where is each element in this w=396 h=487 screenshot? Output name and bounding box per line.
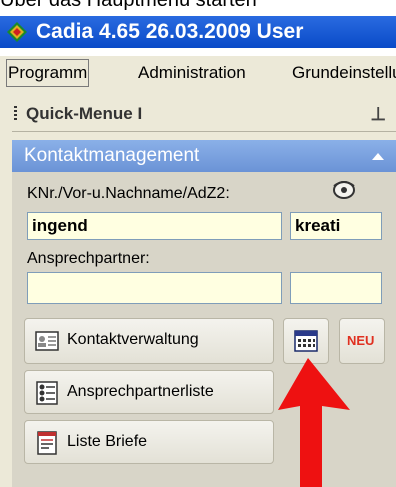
window-title: Cadia 4.65 26.03.2009 User bbox=[36, 20, 304, 43]
pin-icon[interactable]: ⊥ bbox=[370, 97, 386, 131]
section-title: Kontaktmanagement bbox=[24, 145, 200, 166]
liste-briefe-button[interactable]: Liste Briefe bbox=[24, 420, 274, 464]
search-input-secondary[interactable]: kreati bbox=[290, 212, 382, 240]
new-label: NEU bbox=[347, 333, 375, 348]
contact-label: Ansprechpartner: bbox=[27, 250, 150, 267]
menu-grundeinstellungen[interactable]: Grundeinstellungen bbox=[292, 56, 396, 90]
menu-programm[interactable]: Programm bbox=[6, 59, 90, 87]
section-kontaktmanagement[interactable]: Kontaktmanagement bbox=[12, 140, 396, 172]
menu-administration[interactable]: Administration bbox=[138, 56, 246, 90]
kontaktverwaltung-button[interactable]: Kontaktverwaltung bbox=[24, 318, 274, 364]
app-logo-icon bbox=[7, 22, 27, 42]
red-arrow-icon bbox=[278, 358, 350, 487]
ansprechpartnerliste-label: Ansprechpartnerliste bbox=[67, 383, 214, 400]
liste-briefe-label: Liste Briefe bbox=[67, 433, 148, 450]
search-input[interactable]: ingend bbox=[27, 212, 282, 240]
contact-list-icon bbox=[36, 381, 58, 405]
contact-input-secondary[interactable] bbox=[290, 272, 382, 304]
quickmenu-title: Quick-Menue I bbox=[26, 104, 143, 123]
drag-grip-icon[interactable] bbox=[14, 106, 17, 122]
kontaktverwaltung-label: Kontaktverwaltung bbox=[67, 331, 199, 348]
quickmenu-header: Quick-Menue I ⊥ bbox=[12, 97, 396, 132]
address-card-icon bbox=[35, 331, 59, 351]
menu-bar: Programm Administration Grundeinstellung… bbox=[0, 56, 396, 91]
letter-list-icon bbox=[37, 431, 57, 455]
title-bar: Cadia 4.65 26.03.2009 User bbox=[0, 16, 396, 48]
contact-input[interactable] bbox=[27, 272, 282, 304]
phone-icon[interactable] bbox=[330, 178, 358, 202]
ansprechpartnerliste-button[interactable]: Ansprechpartnerliste bbox=[24, 370, 274, 414]
collapse-caret-icon[interactable] bbox=[372, 153, 384, 160]
calendar-icon bbox=[294, 330, 318, 352]
tooltip-text: Über das Hauptmenü starten bbox=[0, 0, 257, 11]
search-label: KNr./Vor-u.Nachname/AdZ2: bbox=[27, 185, 230, 202]
